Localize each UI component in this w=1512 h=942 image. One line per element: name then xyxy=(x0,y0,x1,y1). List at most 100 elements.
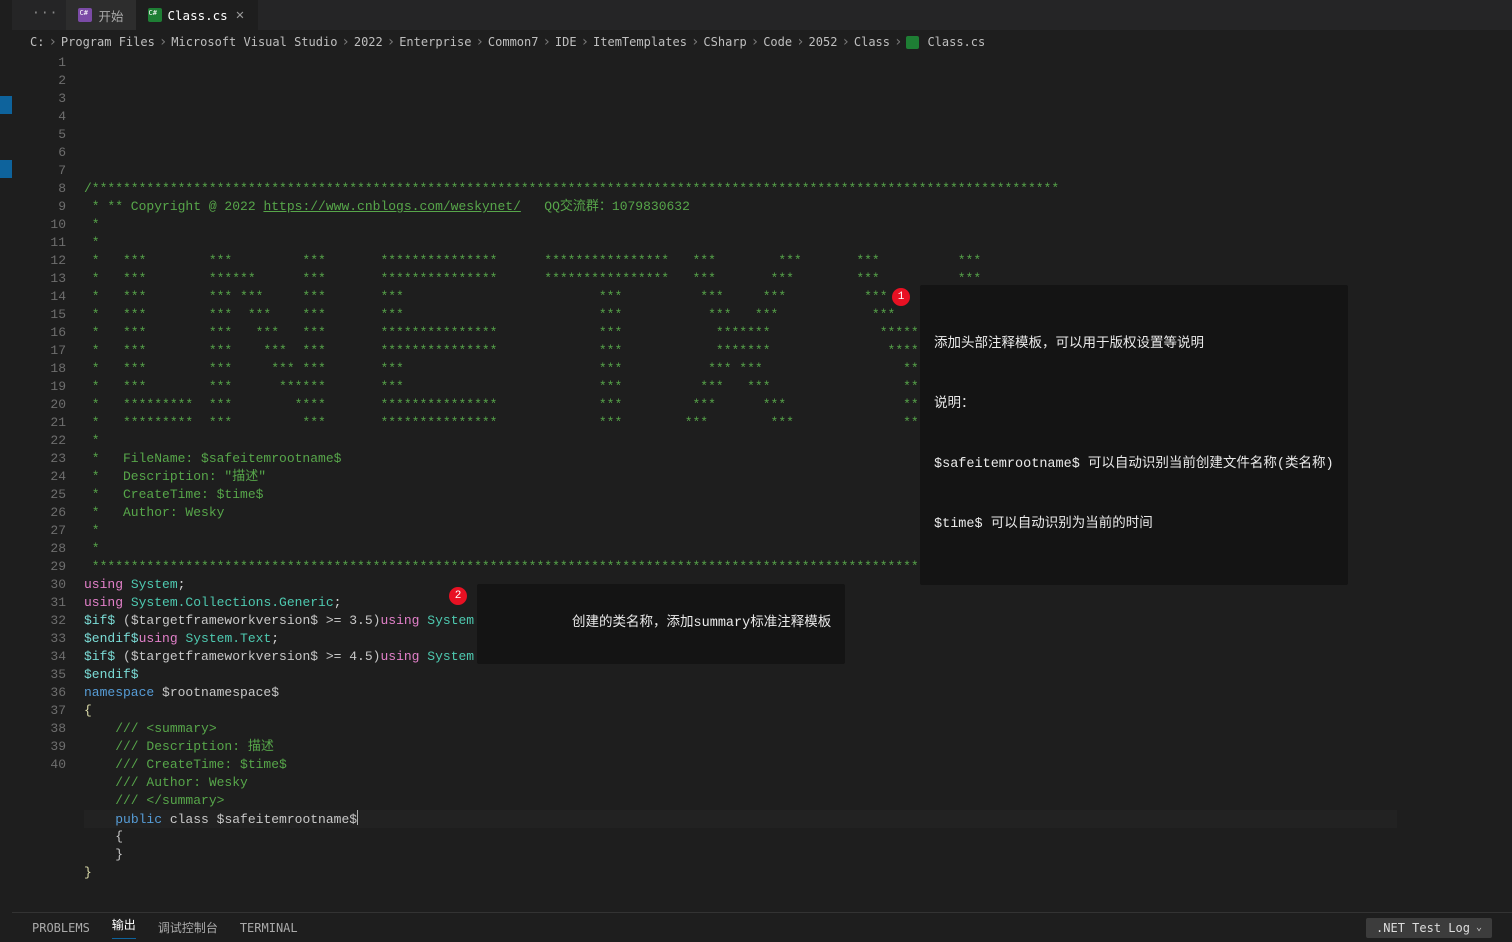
breadcrumb-segment[interactable]: C: xyxy=(30,35,44,49)
code-line[interactable]: public class $safeitemrootname$ xyxy=(84,810,1397,828)
line-number: 33 xyxy=(12,630,66,648)
badge-1: 1 xyxy=(892,288,910,306)
breadcrumb-segment[interactable]: Code xyxy=(763,35,792,49)
breadcrumb-segment[interactable]: IDE xyxy=(555,35,577,49)
tabs-overflow-menu[interactable]: ··· xyxy=(32,0,66,30)
breadcrumb-segment[interactable]: 2052 xyxy=(809,35,838,49)
chevron-right-icon: › xyxy=(542,34,550,50)
line-number: 28 xyxy=(12,540,66,558)
tab-class-cs[interactable]: Class.cs ✕ xyxy=(136,0,259,30)
code-content[interactable]: 1 添加头部注释模板，可以用于版权设置等说明 说明： $safeitemroot… xyxy=(84,54,1397,912)
csharp-file-icon xyxy=(906,36,919,49)
line-number: 11 xyxy=(12,234,66,252)
activity-marker-1[interactable] xyxy=(0,96,12,114)
line-number: 37 xyxy=(12,702,66,720)
breadcrumb-bar: C: › Program Files › Microsoft Visual Studio… xyxy=(12,30,1512,54)
chevron-right-icon: › xyxy=(159,34,167,50)
code-line[interactable]: * ** Copyright @ 2022 https://www.cnblog… xyxy=(84,198,1397,216)
breadcrumb-segment[interactable]: Class xyxy=(854,35,890,49)
line-number: 14 xyxy=(12,288,66,306)
line-number: 20 xyxy=(12,396,66,414)
bottom-panel: PROBLEMS 输出 调试控制台 TERMINAL .NET Test Log… xyxy=(12,912,1512,942)
line-number: 15 xyxy=(12,306,66,324)
line-number: 29 xyxy=(12,558,66,576)
line-number: 3 xyxy=(12,90,66,108)
breadcrumb-segment[interactable]: Enterprise xyxy=(399,35,471,49)
code-line[interactable]: /// CreateTime: $time$ xyxy=(84,756,1397,774)
line-number: 18 xyxy=(12,360,66,378)
code-line[interactable]: $endif$ xyxy=(84,666,1397,684)
code-line[interactable]: namespace $rootnamespace$ xyxy=(84,684,1397,702)
code-line[interactable]: /// </summary> xyxy=(84,792,1397,810)
line-number: 12 xyxy=(12,252,66,270)
output-channel-select[interactable]: .NET Test Log ⌄ xyxy=(1366,918,1492,938)
line-number-gutter: 1234567891011121314151617181920212223242… xyxy=(12,54,84,912)
line-number: 19 xyxy=(12,378,66,396)
panel-terminal[interactable]: TERMINAL xyxy=(240,921,298,935)
tab-start[interactable]: 开始 xyxy=(66,0,135,30)
line-number: 23 xyxy=(12,450,66,468)
code-line[interactable]: { xyxy=(84,828,1397,846)
line-number: 7 xyxy=(12,162,66,180)
chevron-right-icon: › xyxy=(48,34,56,50)
chevron-right-icon: › xyxy=(751,34,759,50)
minimap[interactable] xyxy=(1397,54,1512,912)
line-number: 27 xyxy=(12,522,66,540)
line-number: 5 xyxy=(12,126,66,144)
breadcrumb-segment[interactable]: ItemTemplates xyxy=(593,35,687,49)
chevron-right-icon: › xyxy=(894,34,902,50)
code-line[interactable]: * xyxy=(84,234,1397,252)
line-number: 25 xyxy=(12,486,66,504)
line-number: 35 xyxy=(12,666,66,684)
line-number: 40 xyxy=(12,756,66,774)
line-number: 10 xyxy=(12,216,66,234)
line-number: 1 xyxy=(12,54,66,72)
output-channel-label: .NET Test Log xyxy=(1376,921,1470,935)
panel-problems[interactable]: PROBLEMS xyxy=(32,921,90,935)
tab-file-label: Class.cs xyxy=(168,8,228,23)
code-line[interactable]: } xyxy=(84,846,1397,864)
line-number: 2 xyxy=(12,72,66,90)
code-line[interactable]: * xyxy=(84,216,1397,234)
chevron-right-icon: › xyxy=(341,34,349,50)
line-number: 22 xyxy=(12,432,66,450)
breadcrumb-segment[interactable]: Common7 xyxy=(488,35,539,49)
code-line[interactable]: /// Description: 描述 xyxy=(84,738,1397,756)
panel-output[interactable]: 输出 xyxy=(112,916,136,939)
line-number: 17 xyxy=(12,342,66,360)
close-tab-icon[interactable]: ✕ xyxy=(234,7,246,23)
line-number: 9 xyxy=(12,198,66,216)
annotation-2: 2 创建的类名称，添加summary标准注释模板 xyxy=(449,584,809,664)
code-line[interactable]: /***************************************… xyxy=(84,180,1397,198)
breadcrumb-segment[interactable]: Program Files xyxy=(61,35,155,49)
chevron-right-icon: › xyxy=(796,34,804,50)
code-line[interactable]: * *** *** *** *************** **********… xyxy=(84,252,1397,270)
chevron-right-icon: › xyxy=(387,34,395,50)
line-number: 26 xyxy=(12,504,66,522)
annotation-2-text: 创建的类名称，添加summary标准注释模板 xyxy=(477,584,845,664)
line-number: 4 xyxy=(12,108,66,126)
line-number: 6 xyxy=(12,144,66,162)
breadcrumb-segment[interactable]: 2022 xyxy=(354,35,383,49)
breadcrumb-segment[interactable]: CSharp xyxy=(703,35,746,49)
editor-area[interactable]: 1234567891011121314151617181920212223242… xyxy=(12,54,1512,912)
code-line[interactable]: } xyxy=(84,864,1397,882)
breadcrumb-segment[interactable]: Microsoft Visual Studio xyxy=(171,35,337,49)
line-number: 16 xyxy=(12,324,66,342)
code-line[interactable] xyxy=(84,882,1397,900)
activity-marker-2[interactable] xyxy=(0,160,12,178)
chevron-right-icon: › xyxy=(691,34,699,50)
tab-start-label: 开始 xyxy=(98,6,123,25)
code-line[interactable]: /// <summary> xyxy=(84,720,1397,738)
panel-debug-console[interactable]: 调试控制台 xyxy=(158,919,218,936)
annotation-1-text: 添加头部注释模板，可以用于版权设置等说明 说明： $safeitemrootna… xyxy=(920,285,1348,585)
line-number: 24 xyxy=(12,468,66,486)
line-number: 30 xyxy=(12,576,66,594)
csharp-file-icon xyxy=(148,8,162,22)
breadcrumb-file[interactable]: Class.cs xyxy=(927,35,985,49)
annotation-1: 1 添加头部注释模板，可以用于版权设置等说明 说明： $safeitemroot… xyxy=(892,285,1352,585)
code-line[interactable]: { xyxy=(84,702,1397,720)
chevron-right-icon: › xyxy=(841,34,849,50)
line-number: 31 xyxy=(12,594,66,612)
code-line[interactable]: /// Author: Wesky xyxy=(84,774,1397,792)
